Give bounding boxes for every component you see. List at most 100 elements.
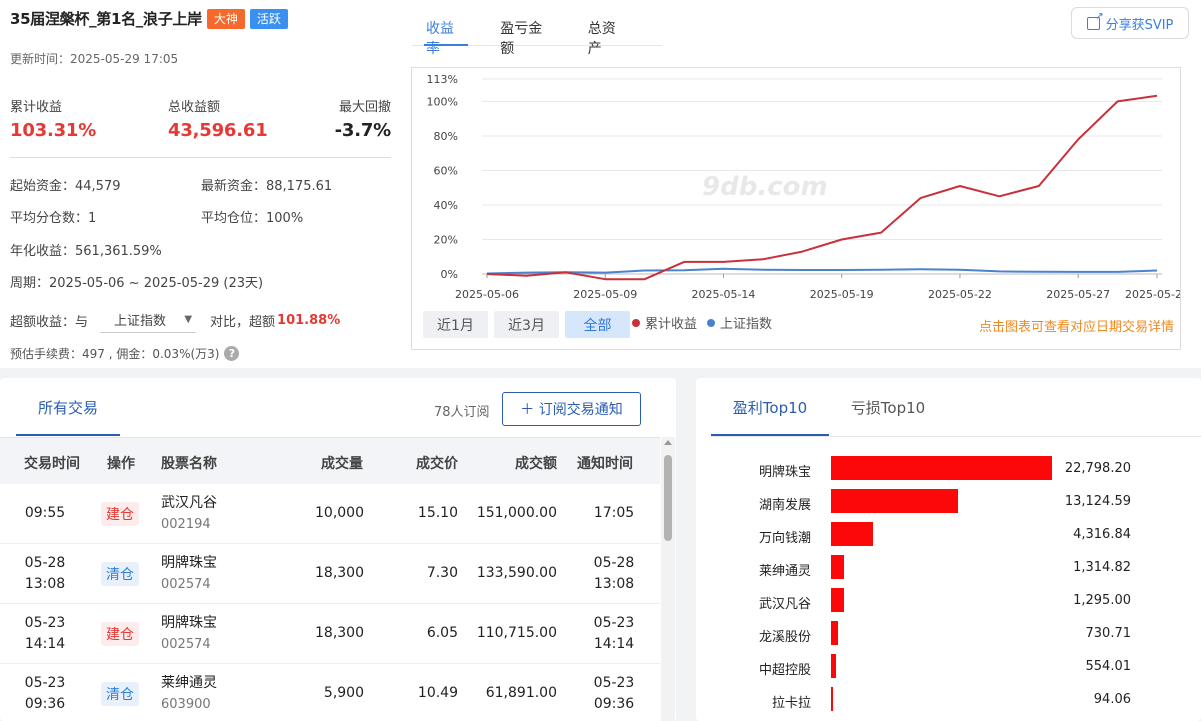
top10-bar[interactable]	[831, 555, 844, 579]
chart-svg[interactable]: 0% 20% 40% 60% 80% 100% 113% 2025-05-06 2025-05-…	[412, 68, 1180, 308]
x-tick-label: 2025-05-19	[810, 288, 874, 301]
excess-return-row: 超额收益：与 上证指数 ▼ 对比，超额 101.88%	[10, 307, 340, 333]
trade-time-line2: 09:36	[24, 696, 66, 712]
return-chart[interactable]: 9db.com 0% 20% 40% 60% 80% 100% 113% 2025-05-06…	[411, 67, 1181, 350]
top10-row[interactable]: 湖南发展 13,124.59	[696, 485, 1201, 518]
kpi-row: 累计收益 103.31% 总收益额 43,596.61 最大回撤 -3.7%	[10, 96, 391, 158]
kpi-label: 累计收益	[10, 100, 63, 115]
trade-time-line1: 05-23	[24, 675, 66, 691]
scrollbar[interactable]	[661, 437, 675, 721]
range-3m-button[interactable]: 近3月	[494, 311, 559, 338]
share-icon	[1086, 11, 1104, 30]
tab-divider	[711, 436, 1201, 437]
stock-name[interactable]: 莱绅通灵	[161, 673, 217, 694]
legend-item-index[interactable]: 上证指数	[707, 313, 772, 332]
top10-row[interactable]: 莱绅通灵 1,314.82	[696, 551, 1201, 584]
top10-value: 1,295.00	[1073, 593, 1131, 608]
stock-cell[interactable]: 武汉凡谷 002194	[161, 493, 217, 535]
notify-time: 17:05	[587, 503, 641, 524]
chevron-down-icon: ▼	[184, 314, 193, 325]
notify-time-line1: 17:05	[593, 505, 635, 521]
range-1m-button[interactable]: 近1月	[423, 311, 488, 338]
notify-time: 05-23 09:36	[587, 673, 641, 715]
table-row[interactable]: 05-28 13:08 清仓 明牌珠宝 002574 18,300 7.30 133,590.…	[0, 544, 660, 604]
chart-hint: 点击图表可查看对应日期交易详情	[978, 320, 1174, 335]
legend-item-cumulative[interactable]: 累计收益	[632, 313, 697, 332]
tab-loss-top10[interactable]: 亏损Top10	[839, 378, 937, 436]
top10-bar[interactable]	[831, 687, 833, 711]
top10-stock-name: 万向钱潮	[758, 531, 811, 546]
top10-bar[interactable]	[831, 456, 1052, 480]
tab-profit-top10[interactable]: 盈利Top10	[711, 378, 829, 436]
trade-price: 15.10	[417, 505, 458, 521]
top10-stock-name: 中超控股	[758, 663, 811, 678]
table-row[interactable]: 09:55 建仓 武汉凡谷 002194 10,000 15.10 151,000.00 17…	[0, 484, 660, 544]
top10-row[interactable]: 武汉凡谷 1,295.00	[696, 584, 1201, 617]
table-header: 交易时间 操作 股票名称 成交量 成交价 成交额 通知时间	[0, 437, 660, 484]
notify-time: 05-28 13:08	[587, 553, 641, 595]
x-tick-label: 2025-05-14	[692, 288, 756, 301]
col-stock-name: 股票名称	[161, 456, 217, 472]
y-tick-label: 100%	[427, 95, 458, 108]
range-all-button[interactable]: 全部	[565, 311, 630, 338]
top10-bar[interactable]	[831, 654, 837, 678]
col-trade-time: 交易时间	[24, 456, 80, 472]
scroll-up-icon[interactable]	[664, 440, 672, 445]
share-button[interactable]: 分享获SVIP	[1071, 7, 1189, 39]
action-tag: 建仓	[101, 622, 139, 646]
trade-price: 6.05	[426, 625, 458, 641]
notify-time: 05-23 14:14	[587, 613, 641, 655]
trade-amount: 110,715.00	[476, 625, 557, 641]
table-row[interactable]: 05-23 09:36 清仓 莱绅通灵 603900 5,900 10.49 61,891.0…	[0, 664, 660, 721]
top10-value: 13,124.59	[1064, 494, 1131, 509]
trade-time: 09:55	[18, 503, 72, 524]
update-time: 更新时间：2025-05-29 17:05	[10, 52, 179, 66]
series-line-index[interactable]	[486, 267, 1158, 275]
top10-row[interactable]: 拉卡拉 94.06	[696, 683, 1201, 716]
y-tick-label: 20%	[434, 233, 458, 246]
tab-total-assets[interactable]: 总资产	[588, 12, 628, 57]
stock-code: 002574	[161, 637, 211, 652]
trade-price: 7.30	[426, 565, 458, 581]
excess-value: 101.88%	[277, 312, 341, 328]
top10-row[interactable]: 明牌珠宝 22,798.20	[696, 452, 1201, 485]
stock-name[interactable]: 武汉凡谷	[161, 493, 217, 514]
kpi-value: -3.7%	[334, 120, 392, 141]
top10-bar[interactable]	[831, 588, 844, 612]
notify-time-line1: 05-28	[593, 555, 635, 571]
tab-return-rate[interactable]: 收益率	[423, 12, 469, 57]
benchmark-select[interactable]: 上证指数 ▼	[100, 307, 197, 333]
top10-bar[interactable]	[831, 621, 839, 645]
top10-row[interactable]: 万向钱潮 4,316.84	[696, 518, 1201, 551]
scrollbar-thumb[interactable]	[664, 455, 672, 541]
table-row[interactable]: 05-23 14:14 建仓 明牌珠宝 002574 18,300 6.05 110,715.…	[0, 604, 660, 664]
kpi-label: 最大回撤	[338, 100, 391, 115]
excess-label: 超额收益：与	[10, 314, 89, 330]
subscribe-button[interactable]: ＋ 订阅交易通知	[502, 392, 641, 426]
stat-avg-stocks: 平均分仓数：1	[10, 211, 97, 226]
action-tag: 清仓	[101, 682, 139, 706]
top10-value: 22,798.20	[1064, 461, 1131, 476]
x-tick-label: 2025-05-27	[1046, 288, 1110, 301]
y-tick-label: 60%	[434, 164, 458, 177]
x-tick-label: 2025-05-22	[928, 288, 992, 301]
trade-time-line1: 05-28	[24, 555, 66, 571]
help-icon[interactable]: ?	[224, 346, 240, 361]
top10-row[interactable]: 龙溪股份 730.71	[696, 617, 1201, 650]
stock-cell[interactable]: 明牌珠宝 002574	[161, 613, 217, 655]
tab-profit-amount[interactable]: 盈亏金额	[500, 12, 554, 57]
stock-name[interactable]: 明牌珠宝	[161, 613, 217, 634]
notify-time-line1: 05-23	[593, 675, 635, 691]
trade-time: 05-23 14:14	[18, 613, 72, 655]
top10-bar[interactable]	[831, 489, 959, 513]
stock-name[interactable]: 明牌珠宝	[161, 553, 217, 574]
top10-stock-name: 湖南发展	[758, 498, 811, 513]
stock-cell[interactable]: 莱绅通灵 603900	[161, 673, 217, 715]
series-line-cumulative[interactable]	[486, 94, 1158, 281]
y-tick-label: 40%	[434, 199, 458, 212]
trade-price: 10.49	[417, 685, 458, 701]
tab-all-trades[interactable]: 所有交易	[16, 378, 120, 436]
stock-cell[interactable]: 明牌珠宝 002574	[161, 553, 217, 595]
top10-bar[interactable]	[831, 522, 873, 546]
top10-row[interactable]: 中超控股 554.01	[696, 650, 1201, 683]
